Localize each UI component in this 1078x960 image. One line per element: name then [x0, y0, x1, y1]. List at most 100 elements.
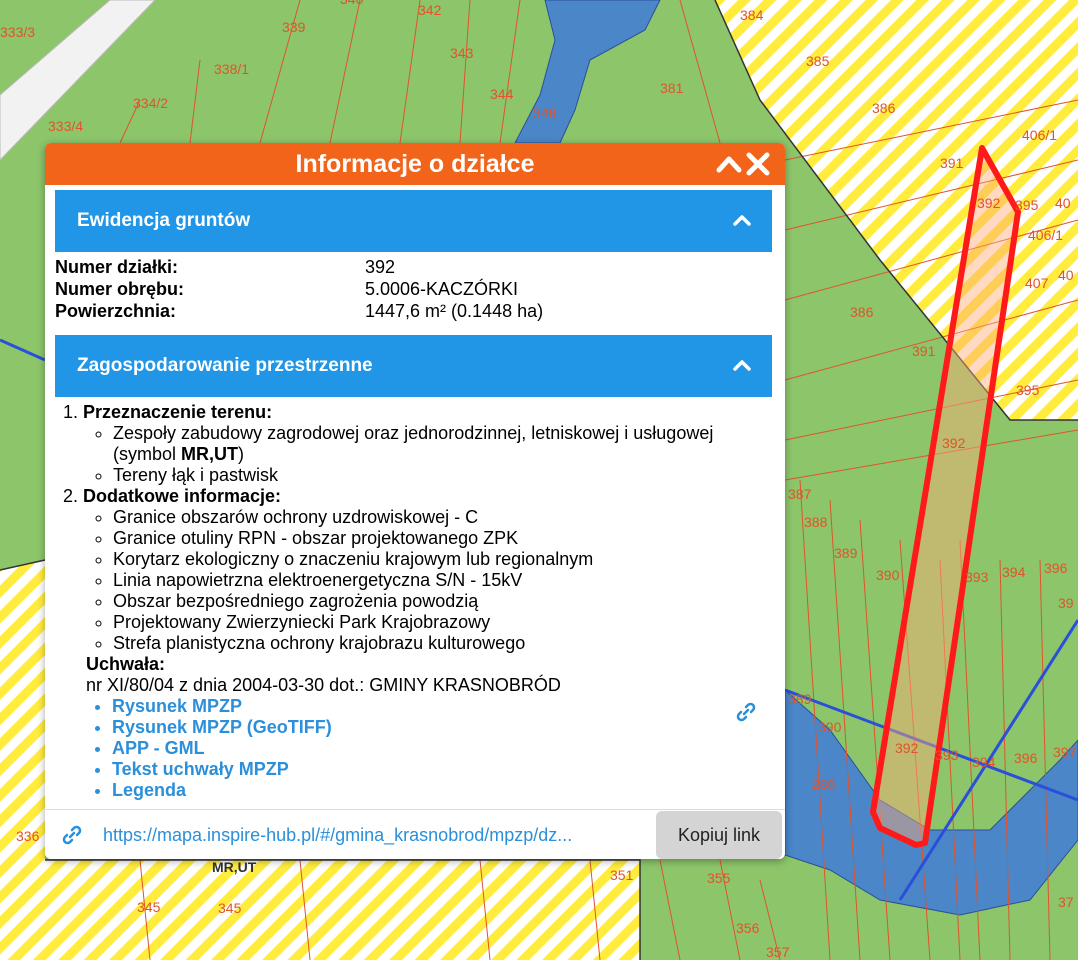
map-label: 406/1 [1022, 127, 1057, 143]
list-item: APP - GML [112, 738, 775, 759]
chevron-up-icon [733, 360, 751, 371]
copy-link-button[interactable]: Kopiuj link [656, 811, 782, 859]
link-icon [62, 825, 82, 845]
field-row: Numer obrębu: 5.0006-KACZÓRKI [55, 279, 755, 301]
list-item: Tereny łąk i pastwisk [113, 465, 775, 486]
map-label: 392 [942, 435, 966, 451]
section-title: Zagospodarowanie przestrzenne [77, 355, 373, 376]
section-title: Ewidencja gruntów [77, 210, 251, 231]
map-label: 396 [1044, 560, 1068, 576]
map-label: 387 [788, 486, 812, 502]
link-app-gml[interactable]: APP - GML [112, 738, 205, 758]
dodatkowe-title: Dodatkowe informacje: [83, 486, 282, 506]
map-label: 391 [912, 343, 936, 359]
link-icon[interactable] [735, 701, 757, 723]
field-label: Powierzchnia: [55, 301, 177, 321]
list-item: Rysunek MPZP [112, 696, 775, 717]
field-row: Numer działki: 392 [55, 257, 755, 279]
map-label: 348 [533, 105, 557, 121]
map-label: 391 [940, 155, 964, 171]
link-rysunek-mpzp[interactable]: Rysunek MPZP [112, 696, 242, 716]
map-label: 390 [818, 719, 842, 735]
map-label: 357 [766, 944, 790, 960]
map-label: 336 [16, 828, 40, 844]
section-header-ewidencja[interactable]: Ewidencja gruntów [55, 190, 772, 252]
map-label: 286 [812, 776, 836, 792]
map-label: 406/1 [1028, 227, 1063, 243]
map-label: 393 [935, 747, 959, 763]
dodatkowe-list: Granice obszarów ochrony uzdrowiskowej -… [83, 507, 775, 654]
map-label: 395 [1016, 382, 1040, 398]
map-label: 384 [740, 7, 764, 23]
panel-body[interactable]: Ewidencja gruntów Numer działki: 392 Num… [45, 185, 785, 809]
map-label: 334/2 [133, 95, 168, 111]
map-label: 356 [736, 920, 760, 936]
zoning-symbol: MR,UT [181, 444, 239, 464]
map-label: MR,UT [212, 859, 257, 875]
map-label: 389 [788, 691, 812, 707]
list-item: Tekst uchwały MPZP [112, 759, 775, 780]
list-item: Rysunek MPZP (GeoTIFF) [112, 717, 775, 738]
field-label: Numer obrębu: [55, 279, 185, 299]
map-label: 396 [1014, 750, 1038, 766]
map-label: 355 [707, 870, 731, 886]
map-label: 345 [137, 899, 161, 915]
list-item: Projektowany Zwierzyniecki Park Krajobra… [113, 612, 775, 633]
chevron-up-icon[interactable] [715, 150, 743, 178]
item-text: ) [238, 444, 245, 464]
map-label: 40 [1058, 267, 1074, 283]
link-rysunek-geotiff[interactable]: Rysunek MPZP (GeoTIFF) [112, 717, 332, 737]
map-label: 333/4 [48, 118, 83, 134]
section-header-zagospodarowanie[interactable]: Zagospodarowanie przestrzenne [55, 335, 772, 397]
panel-header: Informacje o działce [45, 143, 785, 185]
map-label: 40 [1055, 195, 1071, 211]
map-label: 385 [806, 53, 830, 69]
link-tekst-uchwaly[interactable]: Tekst uchwały MPZP [112, 759, 289, 779]
uchwala-block: Uchwała: nr XI/80/04 z dnia 2004-03-30 d… [55, 654, 775, 801]
map-label: 381 [660, 80, 684, 96]
map-label: 397 [1053, 744, 1077, 760]
map-label: 39 [1058, 595, 1074, 611]
przeznaczenie-title: Przeznaczenie terenu: [83, 402, 273, 422]
list-item: Linia napowietrzna elektroenergetyczna S… [113, 570, 775, 591]
map-label: 389 [834, 545, 858, 561]
map-label: 351 [610, 867, 634, 883]
map-label: 394 [1002, 564, 1026, 580]
parcel-info-panel: Informacje o działce Ewidencja gruntów N… [45, 143, 785, 859]
map-label: 344 [490, 86, 514, 102]
list-item: Strefa planistyczna ochrony krajobrazu k… [113, 633, 775, 654]
list-item: Legenda [112, 780, 775, 801]
chevron-up-icon [733, 215, 751, 226]
plan-info-list: Przeznaczenie terenu: Zespoły zabudowy z… [55, 402, 775, 654]
map-label: 395 [1015, 197, 1039, 213]
share-url[interactable]: https://mapa.inspire-hub.pl/#/gmina_kras… [103, 810, 649, 859]
field-value: 392 [365, 257, 396, 277]
map-label: 386 [850, 304, 874, 320]
ewidencja-fields: Numer działki: 392 Numer obrębu: 5.0006-… [55, 257, 755, 323]
zagospodarowanie-content: Przeznaczenie terenu: Zespoły zabudowy z… [55, 402, 775, 801]
uchwala-text: nr XI/80/04 z dnia 2004-03-30 dot.: GMIN… [86, 675, 561, 695]
field-label: Numer działki: [55, 257, 179, 277]
link-legenda[interactable]: Legenda [112, 780, 186, 800]
uchwala-label: Uchwała: [86, 654, 166, 674]
map-label: 393 [965, 569, 989, 585]
map-label: 390 [876, 567, 900, 583]
przeznaczenie-list: Zespoły zabudowy zagrodowej oraz jednoro… [83, 423, 775, 486]
map-label: 37 [1058, 894, 1074, 910]
map-label: 342 [418, 2, 442, 18]
list-item: Obszar bezpośredniego zagrożenia powodzi… [113, 591, 775, 612]
map-label: 394 [972, 754, 996, 770]
map-label: 392 [977, 195, 1001, 211]
list-item: Granice otuliny RPN - obszar projektowan… [113, 528, 775, 549]
map-label: 345 [218, 900, 242, 916]
close-icon[interactable] [744, 150, 772, 178]
map-label: 388 [804, 514, 828, 530]
map-label: 407 [1025, 275, 1049, 291]
map-label: 333/3 [0, 24, 35, 40]
field-row: Powierzchnia: 1447,6 m² (0.1448 ha) [55, 301, 755, 323]
document-links: Rysunek MPZP Rysunek MPZP (GeoTIFF) APP … [86, 696, 775, 801]
map-label: 340 [340, 0, 364, 7]
map-label: 338/1 [214, 61, 249, 77]
list-item: Granice obszarów ochrony uzdrowiskowej -… [113, 507, 775, 528]
panel-title: Informacje o działce [295, 150, 535, 178]
